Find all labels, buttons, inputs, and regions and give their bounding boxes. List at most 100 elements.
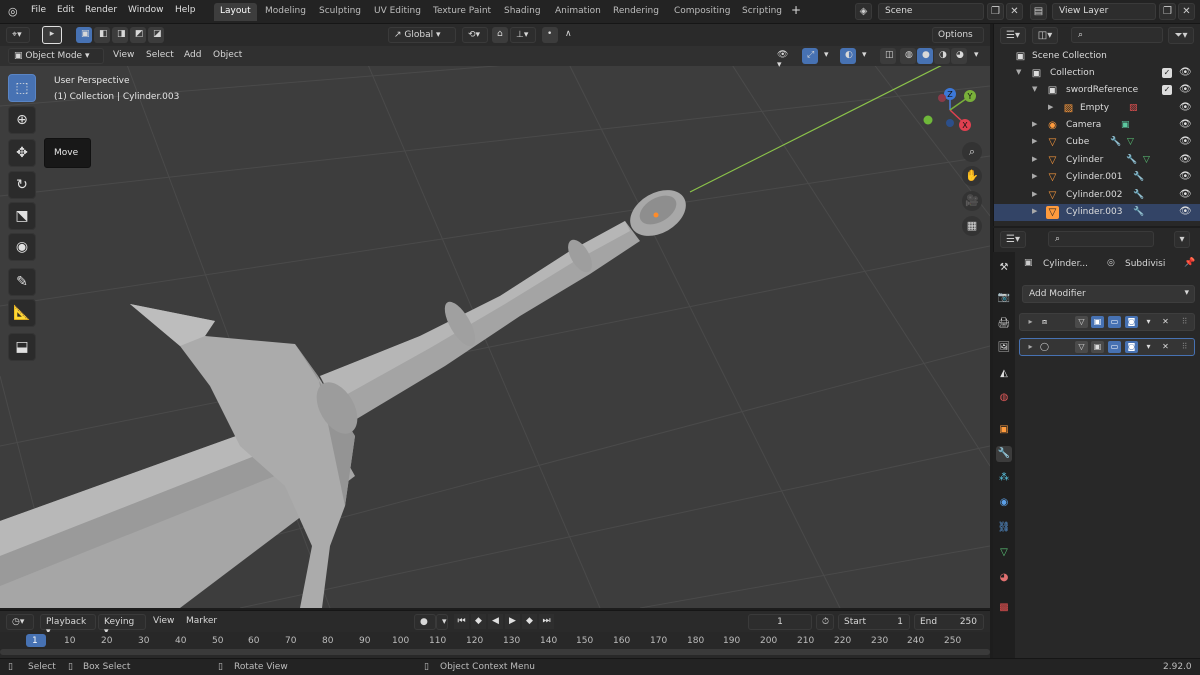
- menu-view[interactable]: View: [108, 48, 139, 64]
- modifier-1-expand-icon[interactable]: ▸: [1024, 316, 1037, 328]
- timeline-scrollbar[interactable]: [0, 649, 990, 655]
- modifier-2-cage-icon[interactable]: ▣: [1091, 341, 1104, 353]
- end-frame-field[interactable]: End 250: [914, 614, 984, 630]
- expand-collection-icon[interactable]: ▼: [1016, 68, 1021, 76]
- outliner-row-swordreference[interactable]: ▼ ▣ swordReference ✓ 👁: [994, 82, 1200, 99]
- view-layer-copy-icon[interactable]: ❐: [1159, 3, 1176, 20]
- rendered-shading-icon[interactable]: ◕: [951, 48, 967, 64]
- add-modifier-dropdown[interactable]: Add Modifier ▾: [1022, 285, 1195, 303]
- shading-dropdown-icon[interactable]: ▾: [969, 48, 981, 64]
- physics-tab-icon[interactable]: ◉: [996, 495, 1012, 511]
- start-frame-field[interactable]: Start 1: [838, 614, 910, 630]
- expand-cube-icon[interactable]: ▶: [1032, 137, 1037, 145]
- properties-options-icon[interactable]: ▾: [1174, 231, 1190, 248]
- select-extend-icon[interactable]: ◧: [94, 27, 110, 43]
- play-reverse-icon[interactable]: ◀: [488, 614, 503, 629]
- proportional-edit-icon[interactable]: •: [542, 27, 558, 43]
- outliner-editor-type-icon[interactable]: ☰▾: [1000, 27, 1026, 44]
- select-mode-icon[interactable]: ▸: [42, 26, 62, 44]
- jump-start-icon[interactable]: ⏮: [454, 614, 469, 629]
- scene-name-field[interactable]: Scene: [878, 3, 984, 20]
- expand-cylinder-001-icon[interactable]: ▶: [1032, 172, 1037, 180]
- auto-keying-dropdown-icon[interactable]: ▾: [436, 614, 448, 630]
- expand-cylinder-002-icon[interactable]: ▶: [1032, 190, 1037, 198]
- modifier-2-dropdown-icon[interactable]: ▾: [1142, 341, 1155, 353]
- menu-render[interactable]: Render: [85, 5, 117, 15]
- swordreference-exclude-checkbox[interactable]: ✓: [1162, 85, 1172, 95]
- render-tab-icon[interactable]: 📷: [996, 290, 1012, 306]
- timeline-editor-type-icon[interactable]: ◷▾: [6, 614, 34, 630]
- object-mode-dropdown[interactable]: ▣ Object Mode ▾: [8, 48, 104, 64]
- cylinder-002-visibility-icon[interactable]: 👁: [1179, 189, 1192, 201]
- overlays-toggle-icon[interactable]: ◐: [840, 48, 856, 64]
- view-layer-field[interactable]: View Layer: [1052, 3, 1156, 20]
- cylinder-003-visibility-icon[interactable]: 👁: [1179, 206, 1192, 218]
- modifier-1-render-icon[interactable]: ◙: [1125, 316, 1138, 328]
- gizmo-neg-z-icon[interactable]: [946, 119, 954, 127]
- select-new-icon[interactable]: ▣: [76, 27, 92, 43]
- expand-swordreference-icon[interactable]: ▼: [1032, 85, 1037, 93]
- modifier-2-close-icon[interactable]: ✕: [1159, 341, 1172, 353]
- rotate-tool-icon[interactable]: ↻: [8, 171, 36, 199]
- visibility-icon[interactable]: 👁▾: [772, 48, 796, 70]
- add-cube-tool-icon[interactable]: ⬓: [8, 333, 36, 361]
- camera-view-icon[interactable]: 🎥: [962, 191, 982, 211]
- scene-copy-icon[interactable]: ❐: [987, 3, 1004, 20]
- menu-add[interactable]: Add: [179, 48, 206, 64]
- zoom-icon[interactable]: ⌕: [962, 142, 982, 162]
- snap-target-icon[interactable]: ⊥▾: [510, 27, 536, 43]
- modifier-row-1[interactable]: ▸ ⧈ ▽ ▣ ▭ ◙ ▾ ✕ ⠿: [1019, 313, 1195, 331]
- scene-tab-icon[interactable]: ◭: [996, 366, 1012, 382]
- outliner-row-cylinder[interactable]: ▶ ▽ Cylinder 🔧 ▽ 👁: [994, 152, 1200, 169]
- tweak-tool-icon[interactable]: ⬚: [8, 74, 36, 102]
- world-tab-icon[interactable]: ◍: [996, 390, 1012, 406]
- modifier-1-cage-icon[interactable]: ▣: [1091, 316, 1104, 328]
- outliner-row-empty[interactable]: ▶ ▨ Empty ▨ 👁: [994, 100, 1200, 117]
- modifier-2-expand-icon[interactable]: ▸: [1024, 341, 1037, 353]
- tab-modeling[interactable]: Modeling: [259, 3, 312, 21]
- collection-visibility-icon[interactable]: 👁: [1179, 67, 1192, 79]
- modifier-1-editmode-icon[interactable]: ▽: [1075, 316, 1088, 328]
- outliner-row-collection[interactable]: ▼ ▣ Collection ✓ 👁: [994, 65, 1200, 82]
- menu-file[interactable]: File: [31, 5, 46, 15]
- transform-orientation-dropdown[interactable]: ↗ Global ▾: [388, 27, 456, 43]
- expand-camera-icon[interactable]: ▶: [1032, 120, 1037, 128]
- tab-scripting[interactable]: Scripting: [736, 3, 788, 21]
- annotate-tool-icon[interactable]: ✎: [8, 268, 36, 296]
- tab-rendering[interactable]: Rendering: [607, 3, 665, 21]
- cube-visibility-icon[interactable]: 👁: [1179, 136, 1192, 148]
- tab-texture-paint[interactable]: Texture Paint: [427, 3, 497, 21]
- jump-end-icon[interactable]: ⏭: [539, 614, 554, 629]
- overlays-dropdown-icon[interactable]: ▾: [857, 48, 869, 64]
- properties-search-input[interactable]: ⌕: [1048, 231, 1154, 247]
- material-shading-icon[interactable]: ◑: [934, 48, 950, 64]
- add-workspace-icon[interactable]: +: [791, 3, 801, 17]
- expand-cylinder-icon[interactable]: ▶: [1032, 155, 1037, 163]
- modifier-row-2[interactable]: ▸ ◯ ▽ ▣ ▭ ◙ ▾ ✕ ⠿: [1019, 338, 1195, 356]
- move-tool-icon[interactable]: ✥: [8, 139, 36, 167]
- select-intersect-icon[interactable]: ◪: [148, 27, 164, 43]
- particles-tab-icon[interactable]: ⁂: [996, 470, 1012, 486]
- modifier-1-viewport-icon[interactable]: ▭: [1108, 316, 1121, 328]
- jump-keyframe-back-icon[interactable]: ◆: [471, 614, 486, 629]
- marker-menu[interactable]: Marker: [181, 614, 222, 630]
- 3d-viewport[interactable]: [0, 46, 990, 608]
- gizmo-toggle-icon[interactable]: ⤢: [802, 48, 818, 64]
- transform-tool-icon[interactable]: ◉: [8, 233, 36, 261]
- pin-icon[interactable]: 📌: [1184, 258, 1195, 268]
- menu-help[interactable]: Help: [175, 5, 196, 15]
- swordreference-visibility-icon[interactable]: 👁: [1179, 84, 1192, 96]
- view-layer-icon[interactable]: ▤: [1030, 3, 1047, 20]
- pan-hand-icon[interactable]: ✋: [962, 166, 982, 186]
- select-subtract-icon[interactable]: ◨: [112, 27, 128, 43]
- modifier-1-close-icon[interactable]: ✕: [1159, 316, 1172, 328]
- preview-range-icon[interactable]: ⏱: [816, 614, 834, 630]
- scale-tool-icon[interactable]: ⬔: [8, 202, 36, 230]
- view-layer-close-icon[interactable]: ✕: [1178, 3, 1195, 20]
- menu-object[interactable]: Object: [208, 48, 247, 64]
- gizmo-neg-y-icon[interactable]: [923, 115, 933, 125]
- measure-tool-icon[interactable]: 📐: [8, 299, 36, 327]
- outliner-row-camera[interactable]: ▶ ◉ Camera ▣ 👁: [994, 117, 1200, 134]
- modifier-1-dropdown-icon[interactable]: ▾: [1142, 316, 1155, 328]
- outliner-search-input[interactable]: ⌕: [1071, 27, 1163, 43]
